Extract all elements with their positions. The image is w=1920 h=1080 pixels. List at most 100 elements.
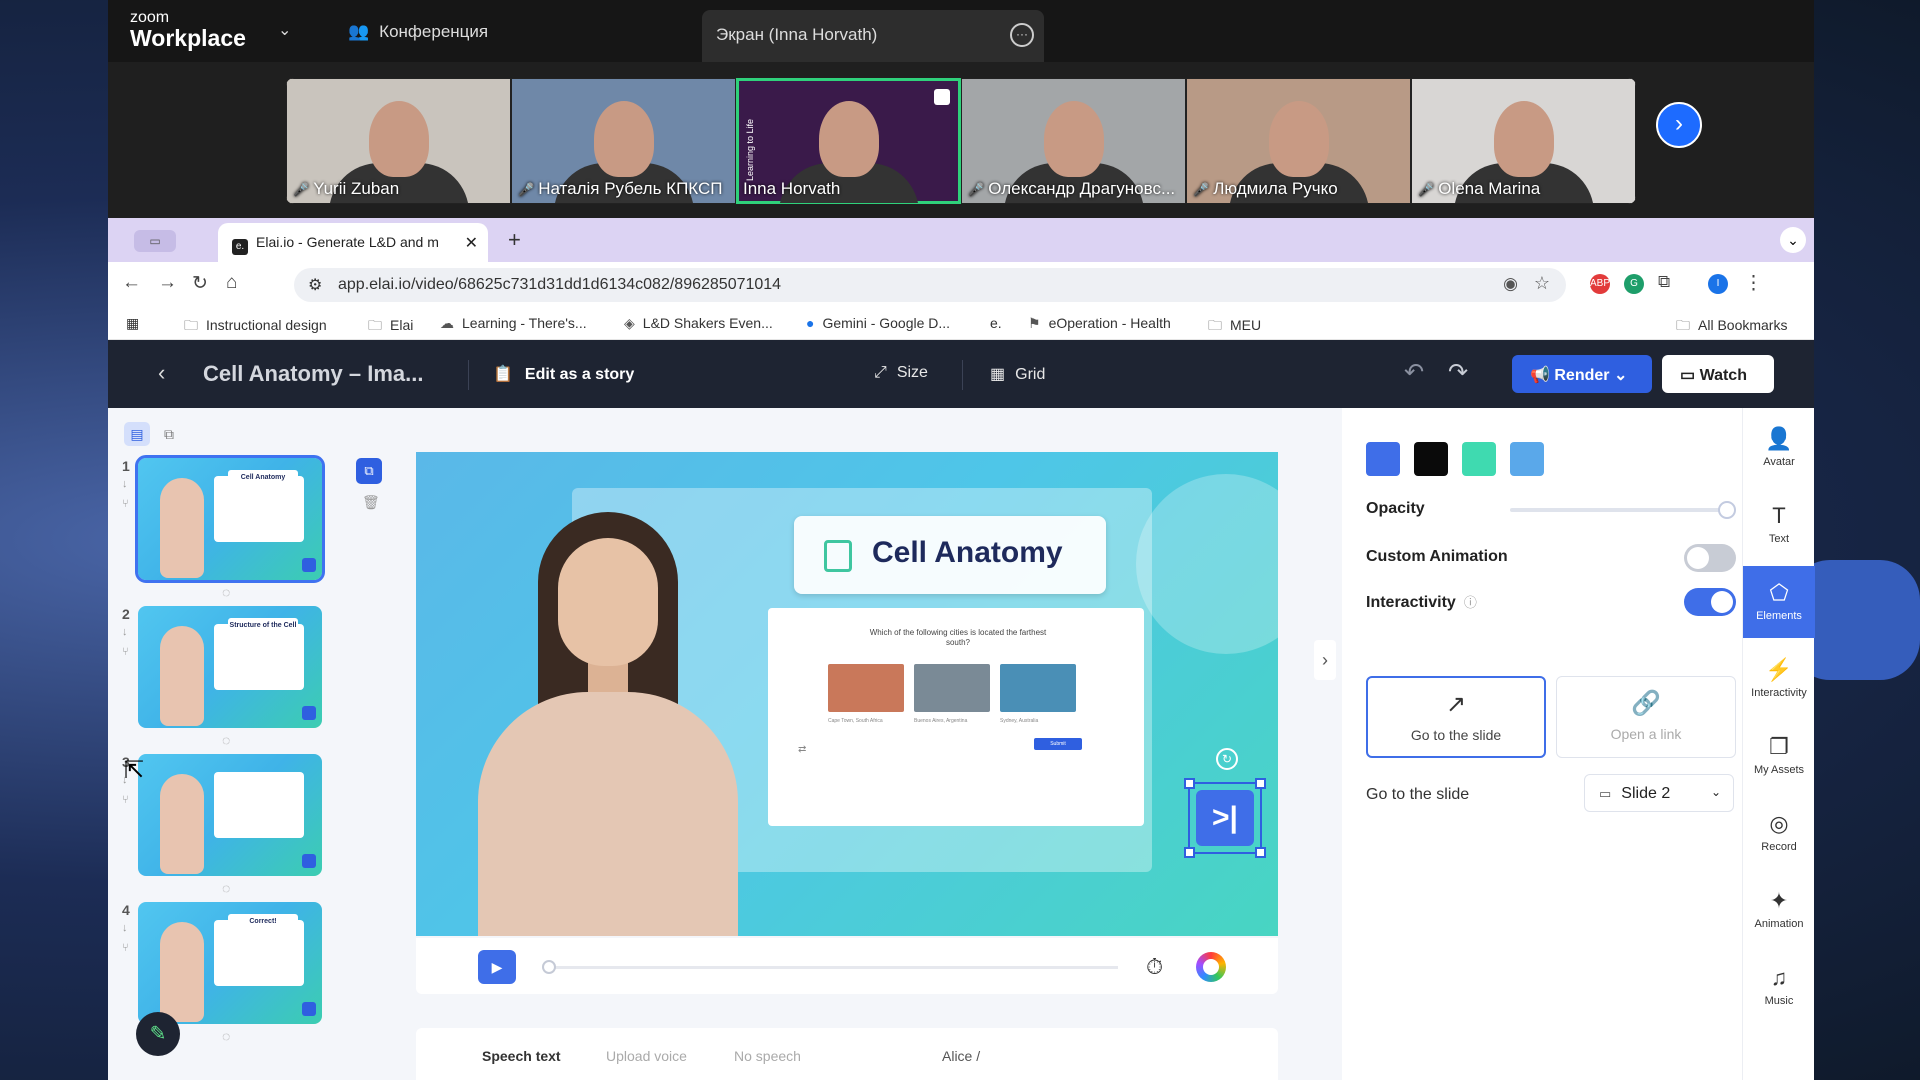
transition-icon[interactable]: ◌ — [222, 584, 230, 600]
tab-search-icon[interactable]: ⌄ — [1780, 227, 1806, 253]
transition-icon[interactable]: ◌ — [222, 880, 230, 896]
redo-icon[interactable]: ↷ — [1448, 358, 1468, 387]
color-swatch[interactable] — [1462, 442, 1496, 476]
close-tab-icon[interactable]: ✕ — [465, 233, 478, 253]
grid-button[interactable]: ▦ Grid — [990, 364, 1045, 384]
slide-item[interactable]: 3 ↓ ⑂ ◌ — [122, 754, 358, 896]
transition-icon[interactable]: ◌ — [222, 1028, 230, 1044]
tab-groups-icon[interactable]: ▭ — [134, 230, 176, 252]
timer-off-icon[interactable]: ⏱ — [1146, 954, 1163, 980]
rail-item-my-assets[interactable]: ❐ My Assets — [1743, 720, 1815, 792]
participant-tile[interactable]: 🎤 Yurii Zuban — [286, 78, 511, 204]
bookmark-star-icon[interactable]: ☆ — [1534, 273, 1550, 294]
forward-arrow-icon[interactable]: → — [158, 272, 177, 294]
custom-animation-toggle[interactable] — [1684, 544, 1736, 572]
tab-no-speech[interactable]: No speech — [734, 1048, 801, 1064]
profile-avatar[interactable]: I — [1708, 274, 1728, 294]
rail-item-elements[interactable]: ⬠ Elements — [1743, 566, 1815, 638]
bookmark-meu[interactable]: 🗀 MEU — [1208, 315, 1261, 339]
color-swatch[interactable] — [1510, 442, 1544, 476]
collapse-panel-icon[interactable]: › — [1314, 640, 1336, 680]
bookmark-instructional-design[interactable]: 🗀 Instructional design — [184, 315, 327, 339]
bookmark-eoperation[interactable]: ⚑ eOperation - Health — [1028, 315, 1171, 332]
move-down-icon[interactable]: ↓ — [122, 626, 128, 638]
pin-icon[interactable] — [934, 89, 950, 105]
voice-selector[interactable]: Alice / — [942, 1048, 980, 1064]
branch-icon[interactable]: ⑂ — [122, 498, 129, 510]
reload-icon[interactable]: ↻ — [192, 272, 208, 295]
extensions-puzzle-icon[interactable]: ⧉ — [1658, 272, 1670, 292]
opacity-slider[interactable] — [1510, 501, 1736, 519]
participant-tile[interactable]: 🎤 Olena Marina — [1411, 78, 1636, 204]
resize-handle[interactable] — [1184, 778, 1195, 789]
browser-menu-icon[interactable]: ⋮ — [1744, 272, 1763, 295]
rotate-handle-icon[interactable]: ↻ — [1216, 748, 1238, 770]
grammarly-extension-icon[interactable]: G — [1624, 274, 1644, 294]
slide-item[interactable]: 1 ↓ ⑂ Cell Anatomy ⧉ 🗑 ◌ — [122, 455, 382, 600]
undo-icon[interactable]: ↶ — [1404, 358, 1424, 387]
back-chevron-icon[interactable]: ‹ — [158, 360, 165, 386]
quiz-card[interactable]: Which of the following cities is located… — [768, 608, 1144, 826]
bookmark-gemini[interactable]: ● Gemini - Google D... — [806, 315, 950, 331]
slide-canvas[interactable]: Cell Anatomy Which of the following citi… — [416, 452, 1278, 936]
quiz-image[interactable] — [828, 664, 904, 712]
branch-icon[interactable]: ⑂ — [122, 942, 129, 954]
resize-handle[interactable] — [1255, 847, 1266, 858]
slide-thumbnail[interactable] — [138, 754, 322, 876]
rail-item-avatar[interactable]: 👤 Avatar — [1743, 412, 1815, 484]
color-wheel-icon[interactable] — [1196, 952, 1226, 982]
resize-handle[interactable] — [1184, 847, 1195, 858]
participant-tile[interactable]: 🎤 Олександр Драгуновс... — [961, 78, 1186, 204]
slide-title-card[interactable]: Cell Anatomy — [794, 516, 1106, 594]
quiz-image[interactable] — [914, 664, 990, 712]
rail-item-text[interactable]: T Text — [1743, 489, 1815, 561]
browser-tab[interactable]: e. Elai.io - Generate L&D and m ✕ — [218, 223, 488, 262]
all-bookmarks[interactable]: 🗀 All Bookmarks — [1676, 315, 1787, 339]
color-swatch[interactable] — [1366, 442, 1400, 476]
tree-view-icon[interactable]: ⧉ — [156, 422, 182, 446]
screen-share-tab[interactable]: Экран (Inna Horvath) ··· — [702, 10, 1044, 62]
project-title[interactable]: Cell Anatomy – Ima... — [203, 361, 423, 387]
option-go-to-slide[interactable]: ↗ Go to the slide — [1366, 676, 1546, 758]
apps-grid-icon[interactable]: ▦ — [126, 315, 139, 332]
timeline-knob[interactable] — [542, 960, 556, 974]
interactivity-toggle[interactable] — [1684, 588, 1736, 616]
participant-tile[interactable]: 🎤 Наталія Рубель КПКСП — [511, 78, 736, 204]
rail-item-animation[interactable]: ✦ Animation — [1743, 874, 1815, 946]
participant-tile[interactable]: Inna Horvath Learning to Life — [736, 78, 961, 204]
resize-handle[interactable] — [1255, 778, 1266, 789]
more-options-icon[interactable]: ··· — [1010, 23, 1034, 47]
participant-tile[interactable]: 🎤 Людмила Ручко — [1186, 78, 1411, 204]
move-down-icon[interactable]: ↓ — [122, 922, 128, 934]
transition-icon[interactable]: ◌ — [222, 732, 230, 748]
slide-thumbnail[interactable]: Structure of the Cell — [138, 606, 322, 728]
home-icon[interactable]: ⌂ — [226, 272, 237, 294]
duplicate-icon[interactable]: ⧉ — [356, 458, 382, 484]
tab-speech-text[interactable]: Speech text — [482, 1048, 561, 1064]
info-icon[interactable]: ⓘ — [1464, 595, 1477, 610]
opacity-slider-knob[interactable] — [1718, 501, 1736, 519]
size-button[interactable]: ⤢ Size — [874, 364, 928, 382]
back-arrow-icon[interactable]: ← — [122, 272, 141, 294]
trash-icon[interactable]: 🗑 — [362, 494, 380, 511]
slide-thumbnail[interactable]: Cell Anatomy — [135, 455, 325, 583]
option-open-link[interactable]: 🔗 Open a link — [1556, 676, 1736, 758]
chevron-down-icon[interactable]: ⌄ — [278, 20, 291, 40]
rail-item-interactivity[interactable]: ⚡ Interactivity — [1743, 643, 1815, 715]
tab-upload-voice[interactable]: Upload voice — [606, 1048, 687, 1064]
quiz-image[interactable] — [1000, 664, 1076, 712]
branch-icon[interactable]: ⑂ — [122, 794, 129, 806]
url-field[interactable]: ⚙ app.elai.io/video/68625c731d31dd1d6134… — [294, 268, 1566, 302]
bookmark-elai-favicon-icon[interactable]: e. — [990, 315, 1002, 331]
slide-item[interactable]: 2 ↓ ⑂ Structure of the Cell ◌ — [122, 606, 358, 748]
new-tab-icon[interactable]: + — [508, 227, 521, 253]
watch-button[interactable]: ▭ Watch — [1662, 355, 1774, 393]
color-swatch[interactable] — [1414, 442, 1448, 476]
site-settings-icon[interactable]: ⚙ — [308, 275, 322, 295]
move-down-icon[interactable]: ↓ — [122, 478, 128, 490]
selected-element[interactable]: >| — [1184, 778, 1266, 858]
adblock-extension-icon[interactable]: ABP — [1590, 274, 1610, 294]
bookmark-ld-shakers[interactable]: ◈ L&D Shakers Even... — [624, 315, 773, 332]
play-button[interactable]: ▶ — [478, 950, 516, 984]
eye-icon[interactable]: ◉ — [1503, 274, 1518, 294]
